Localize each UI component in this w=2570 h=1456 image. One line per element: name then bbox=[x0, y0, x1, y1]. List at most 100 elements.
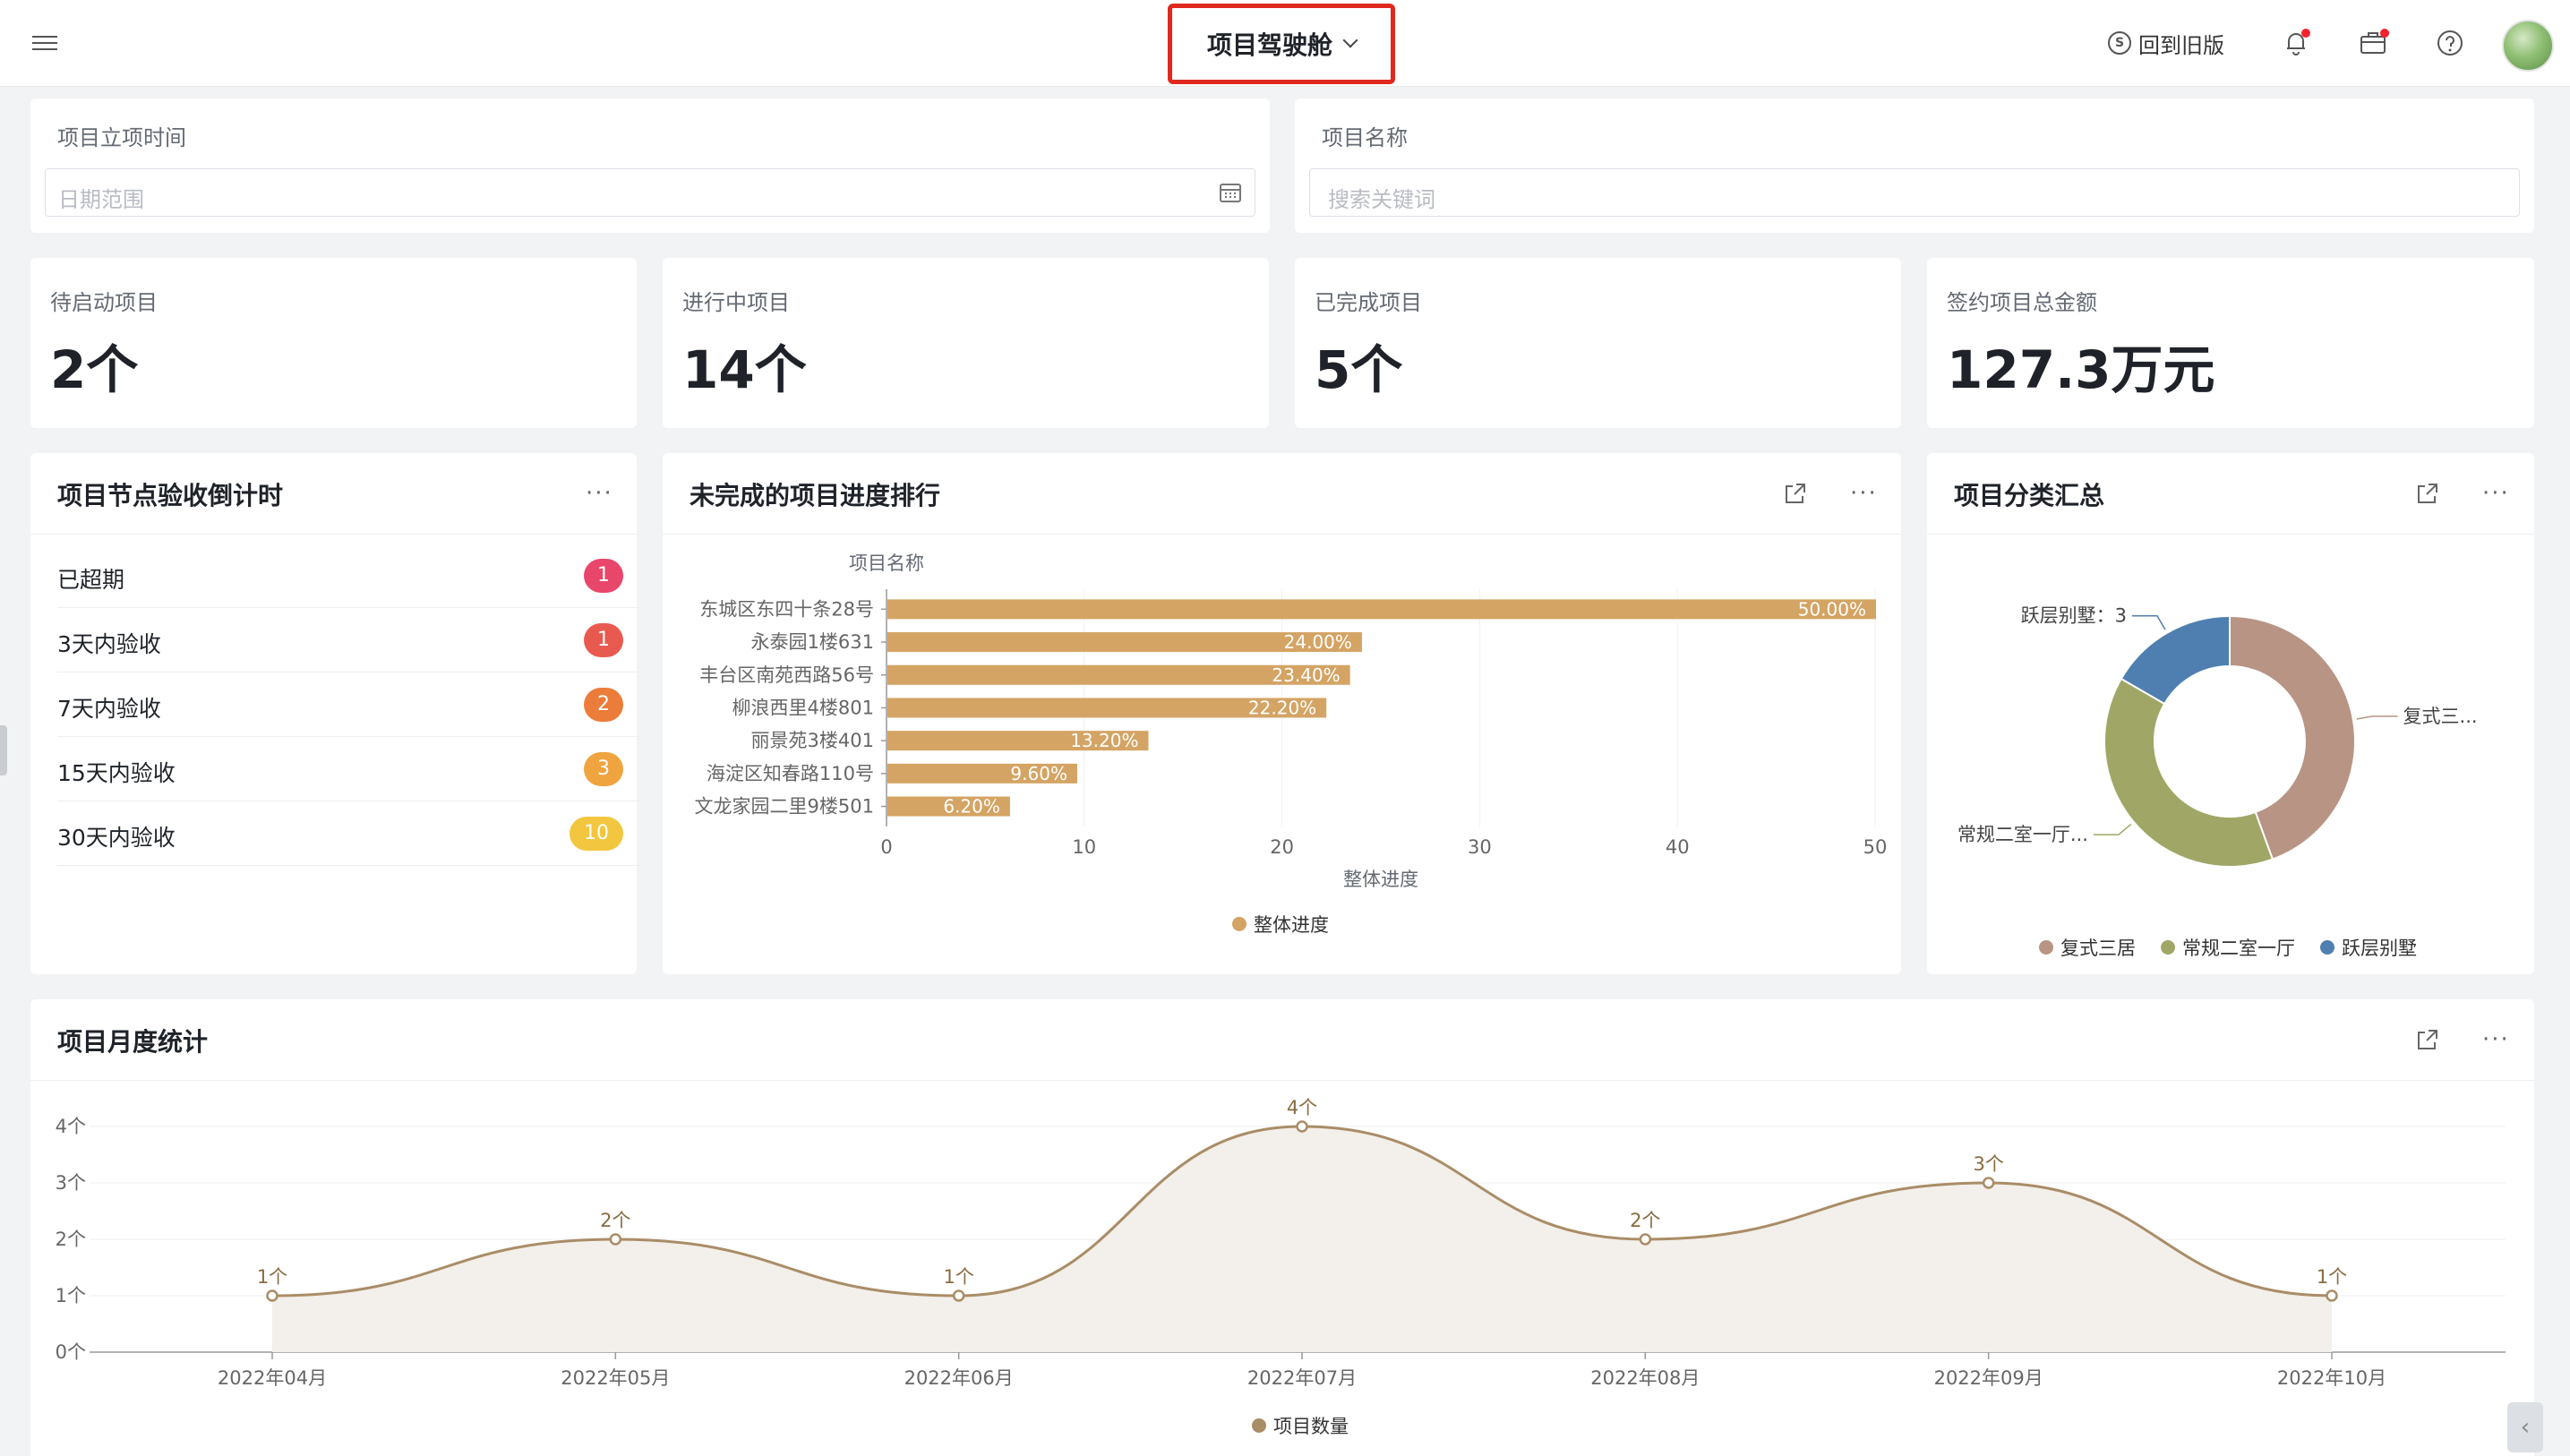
countdown-row[interactable]: 15天内验收 3 bbox=[57, 736, 643, 801]
y-tick-label: 3个 bbox=[56, 1172, 86, 1194]
countdown-label: 3天内验收 bbox=[57, 631, 161, 657]
bell-icon[interactable] bbox=[2280, 27, 2312, 59]
collapse-panel-button[interactable]: ‹ bbox=[2507, 1402, 2543, 1452]
point-data-label: 1个 bbox=[943, 1266, 973, 1288]
progress-ranking-card: 未完成的项目进度排行 ··· 项目名称 0 10 20 30 40 50 东城区东四十条28号… bbox=[663, 453, 1901, 974]
stat-label: 进行中项目 bbox=[682, 290, 790, 315]
divider bbox=[1927, 534, 2534, 535]
bar-data-label: 6.20% bbox=[943, 796, 1000, 818]
countdown-row[interactable]: 3天内验收 1 bbox=[57, 607, 643, 672]
x-tick-label: 0 bbox=[880, 836, 892, 858]
stat-card-pending: 待启动项目 2个 bbox=[30, 258, 637, 428]
x-tick-label: 40 bbox=[1666, 836, 1690, 858]
x-tick-label: 2022年04月 bbox=[218, 1367, 327, 1389]
x-tick-label: 2022年05月 bbox=[561, 1367, 670, 1389]
countdown-row[interactable]: 7天内验收 2 bbox=[57, 672, 643, 737]
bar-data-label: 23.40% bbox=[1272, 664, 1340, 686]
y-tick-label: 0个 bbox=[56, 1341, 86, 1363]
back-to-old-version-label: 回到旧版 bbox=[2138, 32, 2224, 58]
side-drawer-handle[interactable] bbox=[0, 725, 7, 775]
help-icon[interactable] bbox=[2434, 27, 2466, 59]
data-point bbox=[1296, 1120, 1308, 1133]
external-link-icon[interactable] bbox=[2416, 1028, 2439, 1051]
x-tick-label: 2022年10月 bbox=[2277, 1367, 2386, 1389]
legend-label: 跃层别墅 bbox=[2342, 938, 2417, 959]
more-options-icon[interactable]: ··· bbox=[2482, 1028, 2510, 1051]
category-summary-card: 项目分类汇总 ··· 复式三... 常规二室一厅... 跃层别墅：3 复式三居 常规二室… bbox=[1927, 453, 2534, 974]
bar-data-label: 22.20% bbox=[1248, 697, 1316, 718]
data-point bbox=[609, 1233, 622, 1246]
data-point bbox=[2326, 1289, 2338, 1302]
point-data-label: 1个 bbox=[2317, 1266, 2347, 1288]
more-options-icon[interactable]: ··· bbox=[2482, 482, 2510, 505]
stat-value: 5个 bbox=[1315, 339, 1403, 400]
point-data-label: 3个 bbox=[1973, 1153, 2003, 1175]
page-title: 项目驾驶舱 bbox=[1206, 30, 1332, 60]
y-tick-label: 永泰园1楼631 bbox=[751, 631, 874, 653]
slice-leader-line bbox=[2093, 823, 2132, 835]
back-to-old-version-button[interactable]: S 回到旧版 bbox=[2108, 27, 2224, 59]
external-link-icon[interactable] bbox=[2416, 482, 2439, 505]
y-tick-label: 文龙家园二里9楼501 bbox=[695, 796, 874, 818]
legend-swatch bbox=[2039, 940, 2053, 955]
stat-value: 14个 bbox=[682, 339, 807, 400]
external-link-icon[interactable] bbox=[1784, 482, 1807, 505]
countdown-row[interactable]: 30天内验收 10 bbox=[57, 801, 643, 866]
bar-data-label: 50.00% bbox=[1798, 598, 1866, 620]
slice-leader-line bbox=[2356, 715, 2398, 720]
top-bar: 项目驾驶舱 S 回到旧版 bbox=[0, 0, 2570, 87]
countdown-count-badge: 3 bbox=[584, 752, 623, 786]
x-tick-label: 10 bbox=[1072, 836, 1096, 858]
x-tick-label: 2022年08月 bbox=[1590, 1367, 1700, 1389]
avatar[interactable] bbox=[2502, 20, 2554, 72]
search-placeholder: 搜索关键词 bbox=[1328, 187, 1435, 212]
x-tick-label: 2022年06月 bbox=[904, 1367, 1014, 1389]
bar-data-label: 13.20% bbox=[1070, 730, 1138, 751]
data-point bbox=[1982, 1177, 1995, 1189]
bar bbox=[887, 599, 1876, 620]
x-tick-label: 2022年09月 bbox=[1934, 1367, 2043, 1389]
project-name-search-input[interactable]: 搜索关键词 bbox=[1309, 168, 2520, 217]
y-tick-label: 柳浪西里4楼801 bbox=[732, 697, 874, 718]
countdown-count-badge: 10 bbox=[570, 817, 623, 851]
y-tick-label: 海淀区知春路110号 bbox=[707, 763, 874, 784]
y-tick-label: 丰台区南苑西路56号 bbox=[699, 664, 874, 686]
y-tick-label: 东城区东四十条28号 bbox=[699, 598, 874, 620]
project-name-filter-label: 项目名称 bbox=[1322, 125, 1408, 150]
countdown-label: 30天内验收 bbox=[57, 825, 176, 851]
notification-dot bbox=[2380, 29, 2389, 38]
x-tick-label: 2022年07月 bbox=[1247, 1367, 1357, 1389]
stat-card-completed: 已完成项目 5个 bbox=[1295, 258, 1901, 428]
y-tick-label: 1个 bbox=[56, 1285, 86, 1306]
slice-label: 跃层别墅：3 bbox=[2021, 605, 2127, 627]
bar-data-label: 9.60% bbox=[1010, 763, 1067, 784]
more-options-icon[interactable]: ··· bbox=[1850, 482, 1878, 505]
y-tick-label: 丽景苑3楼401 bbox=[751, 730, 874, 751]
date-filter-label: 项目立项时间 bbox=[57, 125, 186, 150]
divider bbox=[663, 534, 1901, 535]
data-point bbox=[1639, 1233, 1652, 1246]
legend-swatch bbox=[2320, 940, 2334, 955]
x-tick-label: 50 bbox=[1863, 836, 1888, 858]
x-axis-title: 整体进度 bbox=[1343, 869, 1418, 890]
progress-ranking-title: 未完成的项目进度排行 bbox=[690, 481, 941, 510]
stat-label: 已完成项目 bbox=[1315, 290, 1422, 315]
point-data-label: 2个 bbox=[1630, 1210, 1660, 1231]
x-tick-label: 30 bbox=[1468, 836, 1492, 858]
countdown-label: 已超期 bbox=[57, 567, 125, 593]
briefcase-icon[interactable] bbox=[2357, 27, 2389, 59]
date-range-input[interactable]: 日期范围 bbox=[45, 168, 1255, 217]
chevron-down-icon bbox=[1342, 32, 1358, 48]
countdown-card: 项目节点验收倒计时 ··· 已超期 1 3天内验收 1 7天内验收 2 15天内验收 3 30天… bbox=[30, 453, 643, 974]
page-title-dropdown[interactable]: 项目驾驶舱 bbox=[1168, 4, 1395, 84]
stat-card-in-progress: 进行中项目 14个 bbox=[663, 258, 1269, 428]
more-options-icon[interactable]: ··· bbox=[586, 482, 613, 505]
hamburger-icon[interactable] bbox=[32, 36, 57, 52]
y-tick-label: 2个 bbox=[56, 1229, 86, 1250]
countdown-count-badge: 1 bbox=[584, 559, 623, 593]
countdown-label: 15天内验收 bbox=[57, 760, 176, 786]
countdown-count-badge: 2 bbox=[584, 688, 623, 722]
monthly-stats-title: 项目月度统计 bbox=[57, 1027, 209, 1057]
stat-label: 待启动项目 bbox=[50, 290, 158, 315]
countdown-row[interactable]: 已超期 1 bbox=[57, 543, 643, 608]
